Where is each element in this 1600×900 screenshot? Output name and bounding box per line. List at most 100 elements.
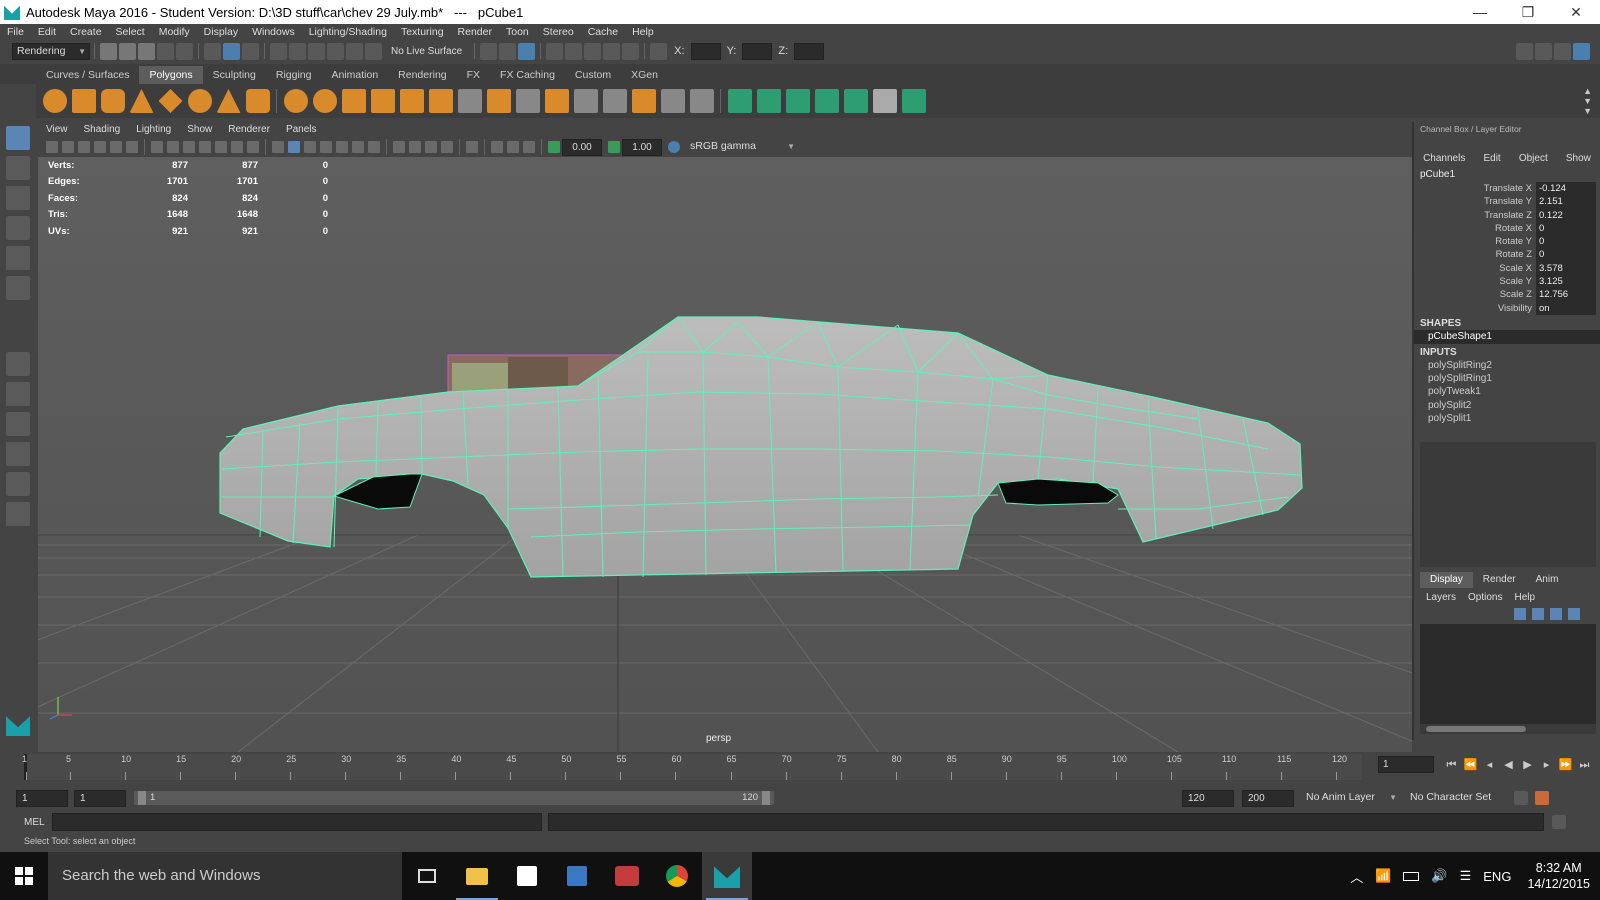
layer-list[interactable] [1420,624,1596,734]
combine-icon[interactable] [283,89,308,113]
current-frame-field[interactable]: 1 [1378,756,1434,773]
textured-icon[interactable] [320,141,332,153]
selected-object-name[interactable]: pCube1 [1414,168,1600,182]
cut-sew-icon[interactable] [901,89,926,113]
menu-toon[interactable]: Toon [499,26,536,38]
game-app-button[interactable] [602,852,652,900]
shelf-tab-animation[interactable]: Animation [321,66,388,84]
attr-value-field[interactable]: 0.122 [1536,208,1596,222]
show-hidden-icons[interactable]: ︿ [1350,867,1363,886]
step-forward-frame-icon[interactable]: ▸ [1540,758,1554,772]
input-node[interactable]: polySplitRing1 [1414,372,1600,385]
poly-sphere-icon[interactable] [42,89,67,113]
insert-loop-icon[interactable] [573,89,598,113]
extrude-icon[interactable] [428,89,453,113]
auto-map-icon[interactable] [814,89,839,113]
anim-layer-dropdown[interactable]: No Anim Layer ▼ [1302,789,1400,807]
input-node[interactable]: polySplit2 [1414,399,1600,412]
file-explorer-button[interactable] [452,852,502,900]
language-indicator[interactable]: ENG [1483,869,1511,884]
new-layer-selected-icon[interactable] [1568,608,1580,620]
snap-view-icon[interactable] [327,42,344,60]
maya-taskbar-button[interactable] [702,852,752,900]
car-body-mesh[interactable] [219,316,1303,578]
scale-tool-icon[interactable] [6,276,30,300]
camera-attr-icon[interactable] [62,141,74,153]
viewport-scene[interactable] [38,157,1412,752]
clock[interactable]: 8:32 AM 14/12/2015 [1527,860,1590,892]
restore-button[interactable]: ❐ [1504,0,1552,24]
new-layer-icon[interactable] [1550,608,1562,620]
attr-value-field[interactable]: 3.578 [1536,261,1596,276]
image-plane-icon[interactable] [94,141,106,153]
range-slider[interactable]: 1 120 [134,791,774,805]
anim-prefs-icon[interactable] [1535,791,1549,805]
2d-pan-icon[interactable] [110,141,122,153]
layer-tab-anim[interactable]: Anim [1526,572,1569,588]
input-ops-icon[interactable] [480,42,498,60]
snap-surface-icon[interactable] [346,42,363,60]
shelf-tab-polygons[interactable]: Polygons [139,66,203,84]
play-backwards-icon[interactable]: ◀ [1502,758,1516,772]
append-icon[interactable] [544,89,569,113]
start-button[interactable] [0,852,48,900]
layer-menu-options[interactable]: Options [1462,590,1508,606]
ao-icon[interactable] [368,141,380,153]
channel-menu-object[interactable]: Object [1519,150,1548,168]
y-field[interactable] [742,42,773,60]
menu-cache[interactable]: Cache [581,26,625,38]
offset-loop-icon[interactable] [602,89,627,113]
single-perspective-icon[interactable] [6,352,30,376]
colorspace-dropdown[interactable]: sRGB gamma ▼ [686,138,798,156]
range-end-handle[interactable] [762,791,770,805]
shelf-tab-rendering[interactable]: Rendering [388,66,456,84]
grease-pencil-icon[interactable] [126,141,138,153]
poly-cone-icon[interactable] [129,89,154,113]
go-to-end-icon[interactable]: ⏭ [1578,758,1592,772]
multi-cut-icon[interactable] [457,89,482,113]
step-forward-key-icon[interactable]: ⏩ [1559,758,1573,772]
layout-options-icon[interactable] [6,502,30,526]
input-node[interactable]: polyTweak1 [1414,385,1600,398]
menu-texturing[interactable]: Texturing [394,26,451,38]
menu-file[interactable]: File [0,26,31,38]
exposure-field[interactable]: 0.00 [562,138,602,156]
xray-icon[interactable] [393,141,405,153]
smooth-shade-icon[interactable] [288,141,300,153]
input-node[interactable]: polySplitRing2 [1414,359,1600,372]
snap-point-icon[interactable] [308,42,325,60]
play-forwards-icon[interactable]: ▶ [1521,758,1535,772]
ipr-render-icon[interactable] [584,42,602,60]
shelf-tab-custom[interactable]: Custom [565,66,621,84]
poly-cube-icon[interactable] [71,89,96,113]
poly-plane-icon[interactable] [158,89,183,113]
viewport-menu-shading[interactable]: Shading [76,124,129,135]
snap-grid-icon[interactable] [270,42,287,60]
lasso-tool-icon[interactable] [6,156,30,180]
gamma-icon[interactable] [608,141,620,153]
channel-menu-channels[interactable]: Channels [1423,150,1465,168]
poly-torus-icon[interactable] [187,89,212,113]
cylindrical-map-icon[interactable] [756,89,781,113]
shelf-tab-sculpting[interactable]: Sculpting [203,66,266,84]
field-chart-icon[interactable] [215,141,227,153]
shadows-icon[interactable] [352,141,364,153]
grid-toggle-icon[interactable] [151,141,163,153]
select-object-icon[interactable] [223,42,240,60]
attr-value-field[interactable]: -0.124 [1536,182,1596,196]
render-frame-icon[interactable] [565,42,583,60]
viewport-menu-panels[interactable]: Panels [278,124,325,135]
hud-icon[interactable] [523,141,535,153]
command-input[interactable] [52,813,542,831]
shelf-tab-rigging[interactable]: Rigging [266,66,322,84]
shelf-tab-fx-caching[interactable]: FX Caching [490,66,565,84]
step-back-key-icon[interactable]: ⏪ [1464,758,1478,772]
menu-modify[interactable]: Modify [152,26,197,38]
attr-name[interactable]: Scale Z [1414,288,1536,301]
attr-name[interactable]: Translate X [1414,182,1536,195]
resolution-gate-icon[interactable] [183,141,195,153]
attr-value-field[interactable]: 3.125 [1536,275,1596,289]
character-set-dropdown[interactable]: No Character Set [1406,789,1510,807]
layer-tab-display[interactable]: Display [1420,572,1473,588]
camera-select-icon[interactable] [46,141,58,153]
